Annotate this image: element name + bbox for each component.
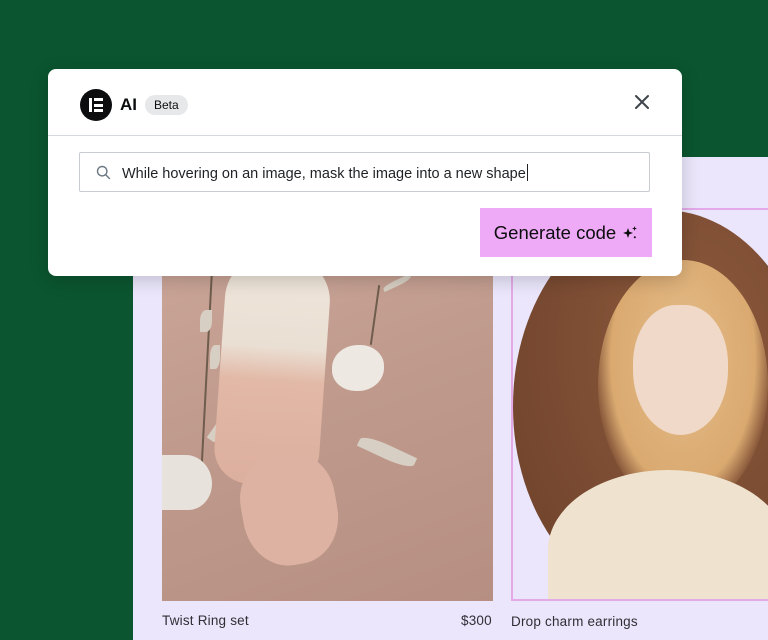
decor-stone — [162, 455, 212, 510]
dialog-title: AI — [120, 95, 137, 114]
product-name: Drop charm earrings — [511, 614, 638, 629]
beta-badge: Beta — [145, 95, 188, 115]
close-button[interactable] — [631, 91, 653, 113]
product-price: $300 — [461, 613, 492, 628]
close-icon — [635, 95, 649, 109]
generate-code-label: Generate code — [493, 221, 617, 243]
elementor-logo-icon — [80, 89, 112, 121]
sparkle-icon — [623, 225, 638, 238]
twist-ring-set-image[interactable] — [162, 265, 493, 601]
text-caret — [526, 164, 528, 181]
prompt-text: While hovering on an image, mask the ima… — [122, 166, 526, 182]
search-icon — [96, 165, 111, 180]
decor-stone — [332, 345, 384, 391]
product-name: Twist Ring set — [162, 613, 249, 628]
ai-dialog: AI Beta While hovering on an image, mask… — [48, 69, 682, 276]
generate-code-button[interactable]: Generate code — [480, 208, 652, 257]
prompt-input[interactable]: While hovering on an image, mask the ima… — [79, 152, 650, 192]
dialog-header: AI Beta — [48, 69, 682, 136]
